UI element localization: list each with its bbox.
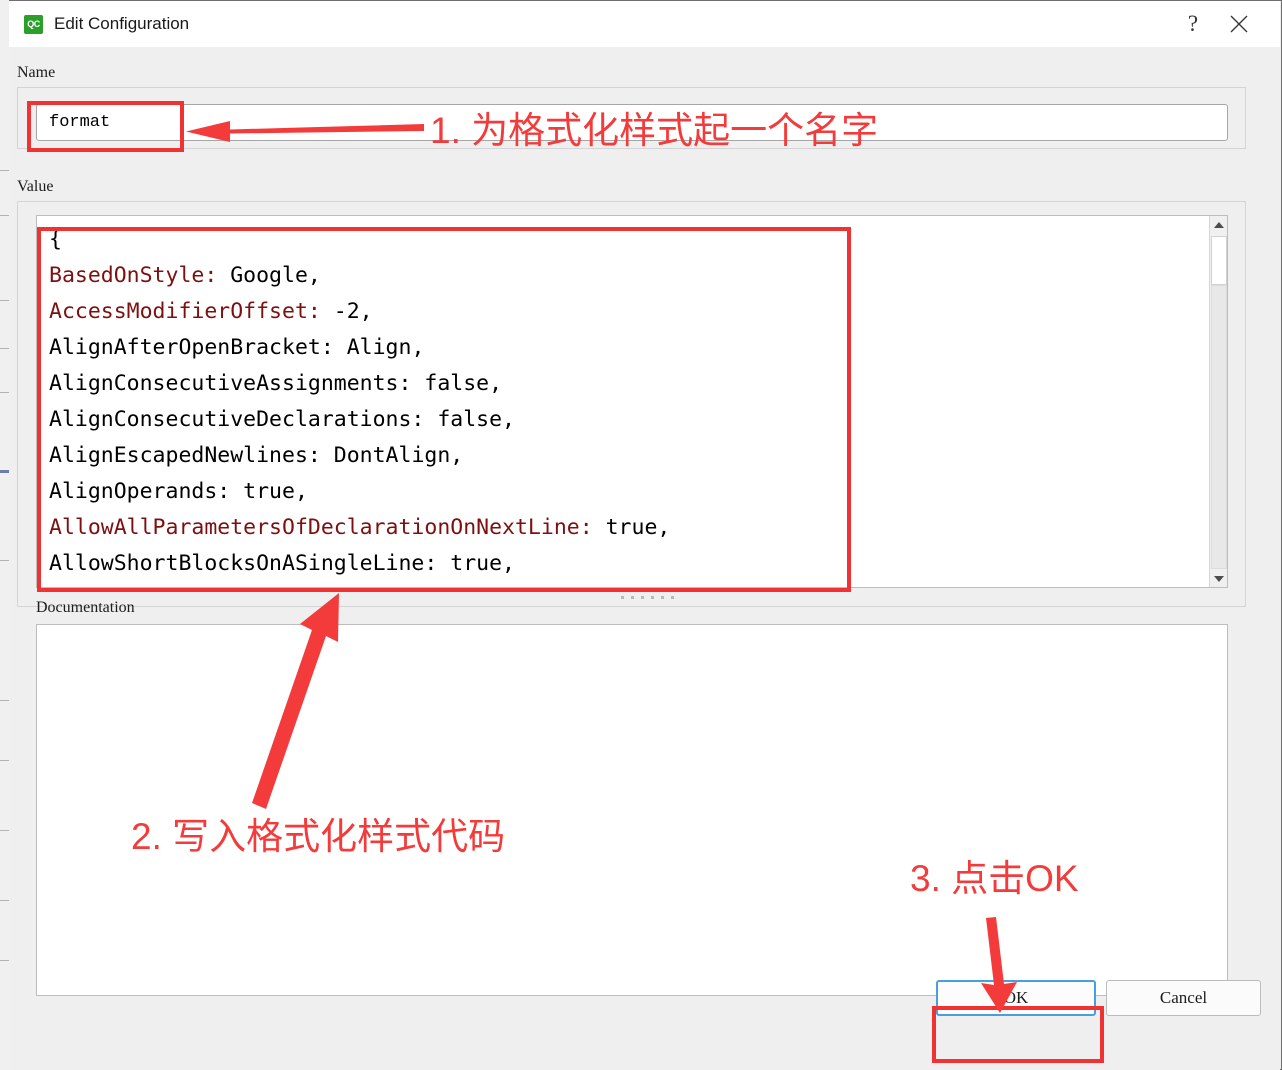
title-bar: QC Edit Configuration ? bbox=[9, 1, 1280, 47]
close-icon[interactable] bbox=[1216, 1, 1262, 47]
scrollbar-track[interactable] bbox=[1211, 285, 1227, 569]
scrollbar-thumb[interactable] bbox=[1211, 236, 1227, 285]
documentation-box[interactable] bbox=[36, 624, 1228, 996]
documentation-label: Documentation bbox=[36, 599, 135, 616]
help-icon[interactable]: ? bbox=[1170, 1, 1216, 47]
value-label: Value bbox=[17, 178, 54, 195]
value-code-text: {BasedOnStyle: Google, AccessModifierOffs… bbox=[49, 227, 671, 576]
qt-creator-icon: QC bbox=[24, 14, 43, 34]
splitter-handle[interactable] bbox=[607, 590, 687, 604]
value-vertical-scrollbar[interactable] bbox=[1209, 216, 1227, 587]
ok-button[interactable]: OK bbox=[936, 980, 1096, 1016]
name-input[interactable]: format bbox=[36, 104, 1228, 141]
cancel-button[interactable]: Cancel bbox=[1106, 980, 1261, 1016]
scroll-down-arrow-icon[interactable] bbox=[1210, 570, 1227, 587]
value-editor[interactable]: {BasedOnStyle: Google, AccessModifierOffs… bbox=[36, 215, 1228, 588]
window-title: Edit Configuration bbox=[54, 14, 190, 33]
scroll-up-arrow-icon[interactable] bbox=[1210, 216, 1227, 233]
name-label: Name bbox=[17, 64, 56, 81]
dialog-body: Name format Value {BasedOnStyle: Google,… bbox=[9, 47, 1280, 1070]
edit-configuration-dialog: QC Edit Configuration ? Name format Valu… bbox=[9, 0, 1282, 1070]
